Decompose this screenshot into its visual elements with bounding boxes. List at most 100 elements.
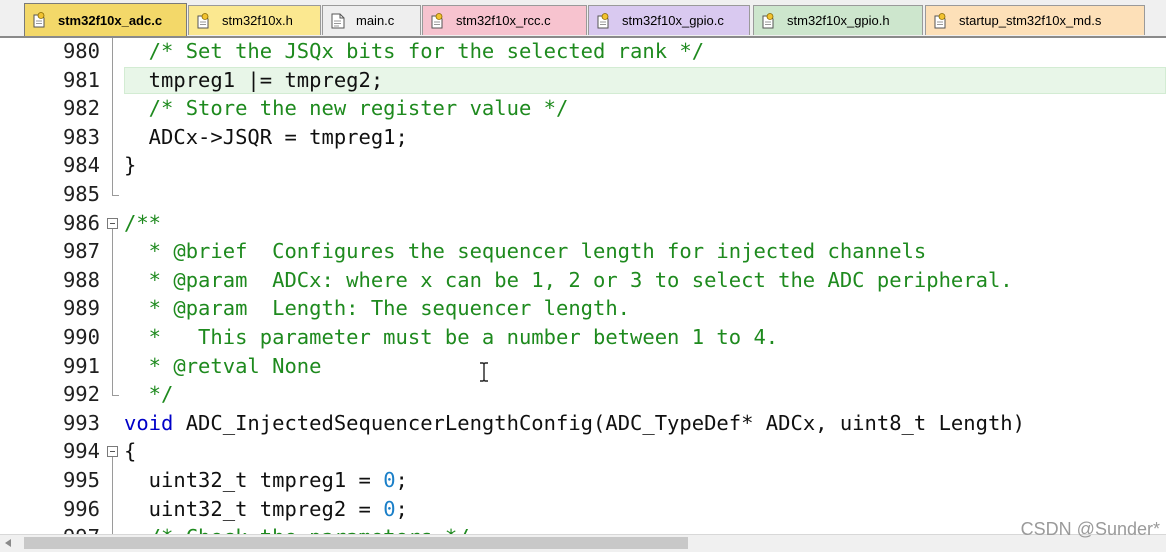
fold-guide xyxy=(112,38,113,195)
code-text[interactable]: /** xyxy=(124,209,161,238)
code-token: uint32_t tmpreg1 = xyxy=(124,468,384,492)
line-number: 993 xyxy=(62,410,100,435)
code-token: ADCx->JSQR = tmpreg1; xyxy=(124,124,408,149)
scroll-left-icon[interactable] xyxy=(0,535,18,552)
code-token: ADC_InjectedSequencerLengthConfig(ADC_Ty… xyxy=(173,410,1025,435)
tab-label: main.c xyxy=(356,13,395,28)
fold-toggle-function[interactable] xyxy=(107,446,118,458)
tab-stm32f10x-adc-c[interactable]: stm32f10x_adc.c xyxy=(24,3,187,36)
code-text[interactable]: tmpreg1 |= tmpreg2; xyxy=(124,66,384,95)
code-token: 0 xyxy=(383,468,396,492)
code-line[interactable]: 991 * @retval None xyxy=(0,352,1166,381)
line-number: 989 xyxy=(62,296,100,321)
tab-label: stm32f10x_rcc.c xyxy=(456,13,551,28)
code-line[interactable]: 996 uint32_t tmpreg2 = 0; xyxy=(0,495,1166,524)
code-token: /** xyxy=(124,210,162,235)
text-cursor-icon xyxy=(480,362,488,382)
file-key-icon xyxy=(431,12,445,29)
tab-startup-stm32f10x-md-s[interactable]: startup_stm32f10x_md.s xyxy=(925,5,1145,35)
line-number: 980 xyxy=(62,39,100,63)
code-token: ; xyxy=(395,468,408,492)
code-token: */ xyxy=(124,382,174,407)
tab-label: startup_stm32f10x_md.s xyxy=(959,13,1102,28)
code-editor[interactable]: 980 /* Set the JSQx bits for the selecte… xyxy=(0,38,1166,534)
line-number: 990 xyxy=(62,325,100,349)
code-line[interactable]: 984} xyxy=(0,151,1166,180)
line-number: 987 xyxy=(62,239,100,264)
code-text[interactable]: /* Set the JSQx bits for the selected ra… xyxy=(124,38,704,66)
code-text[interactable]: ADCx->JSQR = tmpreg1; xyxy=(124,123,408,152)
tab-stm32f10x-gpio-h[interactable]: stm32f10x_gpio.h xyxy=(753,5,923,35)
code-line[interactable]: 997 /* Check the parameters */ xyxy=(0,523,1166,534)
line-number: 996 xyxy=(62,496,100,521)
fold-guide xyxy=(112,457,113,534)
code-text[interactable]: } xyxy=(124,151,136,180)
code-text[interactable]: * @brief Configures the sequencer length… xyxy=(124,237,927,266)
code-token: /* Store the new register value */ xyxy=(124,96,569,121)
line-number: 995 xyxy=(62,468,100,492)
file-key-icon xyxy=(197,12,211,29)
code-line[interactable]: 981 tmpreg1 |= tmpreg2; xyxy=(0,66,1166,95)
code-text[interactable]: { xyxy=(124,437,136,466)
file-key-icon xyxy=(934,12,948,29)
fold-toggle-comment[interactable] xyxy=(107,217,118,229)
code-line[interactable]: 983 ADCx->JSQR = tmpreg1; xyxy=(0,123,1166,152)
code-token: * @param Length: The sequencer length. xyxy=(124,296,631,321)
line-number: 997 xyxy=(34,523,100,534)
code-token: /* Check the parameters */ xyxy=(124,525,470,534)
line-number: 986 xyxy=(62,210,100,235)
code-token: uint32_t tmpreg2 = xyxy=(124,496,384,521)
code-line[interactable]: 994 { xyxy=(0,437,1166,466)
line-number: 985 xyxy=(62,182,100,206)
code-line[interactable]: 985 xyxy=(0,180,1166,209)
code-text[interactable]: /* Store the new register value */ xyxy=(124,94,569,123)
code-text[interactable]: void ADC_InjectedSequencerLengthConfig(A… xyxy=(124,409,1025,438)
code-line[interactable]: 992 */ xyxy=(0,380,1166,409)
code-line[interactable]: 988 * @param ADCx: where x can be 1, 2 o… xyxy=(0,266,1166,295)
tab-label: stm32f10x_gpio.h xyxy=(787,13,890,28)
file-key-icon xyxy=(597,12,611,29)
code-token: ; xyxy=(395,496,408,521)
line-number: 983 xyxy=(62,124,100,149)
code-token: /* Set the JSQx bits for the selected ra… xyxy=(124,39,705,63)
code-line[interactable]: 986 /** xyxy=(0,209,1166,238)
code-line[interactable]: 987 * @brief Configures the sequencer le… xyxy=(0,237,1166,266)
code-text[interactable]: * @param Length: The sequencer length. xyxy=(124,294,630,323)
code-text[interactable]: /* Check the parameters */ xyxy=(124,523,470,534)
code-token: } xyxy=(124,153,137,178)
code-text[interactable]: uint32_t tmpreg2 = 0; xyxy=(124,495,408,524)
code-token: tmpreg1 |= tmpreg2; xyxy=(124,67,384,92)
scrollbar-thumb[interactable] xyxy=(24,537,688,549)
line-number: 992 xyxy=(62,382,100,407)
code-text[interactable]: * @param ADCx: where x can be 1, 2 or 3 … xyxy=(124,266,1013,295)
fold-end-mark xyxy=(112,195,119,196)
line-number: 982 xyxy=(62,96,100,121)
tab-stm32f10x-rcc-c[interactable]: stm32f10x_rcc.c xyxy=(422,5,587,35)
code-token: void xyxy=(124,410,174,435)
code-line[interactable]: 993 void ADC_InjectedSequencerLengthConfi… xyxy=(0,409,1166,438)
tab-label: stm32f10x.h xyxy=(222,13,293,28)
line-number: 981 xyxy=(62,67,100,92)
tab-stm32f10x-h[interactable]: stm32f10x.h xyxy=(188,5,321,35)
code-line[interactable]: 982 /* Store the new register value */ xyxy=(0,94,1166,123)
code-text[interactable]: */ xyxy=(124,380,174,409)
code-line[interactable]: 980 /* Set the JSQx bits for the selecte… xyxy=(0,38,1166,66)
code-line[interactable]: 995 uint32_t tmpreg1 = 0; xyxy=(0,466,1166,495)
fold-end-mark xyxy=(112,395,119,397)
code-text[interactable]: uint32_t tmpreg1 = 0; xyxy=(124,466,408,495)
tab-label: stm32f10x_adc.c xyxy=(58,12,163,28)
code-text[interactable]: * This parameter must be a number betwee… xyxy=(124,323,778,352)
code-token: * @retval None xyxy=(124,353,322,378)
line-number: 988 xyxy=(62,267,100,292)
tab-main-c[interactable]: main.c xyxy=(322,5,421,35)
code-token: 0 xyxy=(383,496,396,521)
code-text[interactable]: * @retval None xyxy=(124,352,322,381)
tab-stm32f10x-gpio-c[interactable]: stm32f10x_gpio.c xyxy=(588,5,750,35)
tab-label: stm32f10x_gpio.c xyxy=(622,13,724,28)
code-line[interactable]: 989 * @param Length: The sequencer lengt… xyxy=(0,294,1166,323)
horizontal-scrollbar[interactable] xyxy=(0,534,1166,552)
line-number: 991 xyxy=(62,353,100,378)
code-token: * @param ADCx: where x can be 1, 2 or 3 … xyxy=(124,267,1013,292)
code-token: * @brief Configures the sequencer length… xyxy=(124,239,927,264)
code-line[interactable]: 990 * This parameter must be a number be… xyxy=(0,323,1166,352)
